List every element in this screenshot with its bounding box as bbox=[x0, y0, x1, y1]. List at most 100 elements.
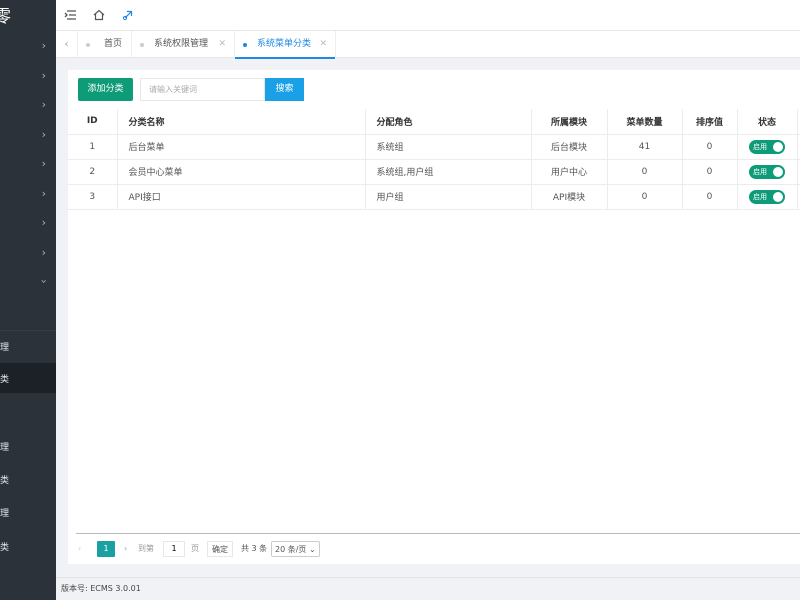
status-toggle[interactable]: 启用 bbox=[749, 139, 785, 154]
toggle-knob bbox=[773, 166, 783, 177]
tab-dot-icon bbox=[243, 43, 247, 47]
sidebar-subitem[interactable]: 类 bbox=[0, 464, 56, 494]
cell-count: 41 bbox=[607, 134, 683, 160]
cell-roles: 用户组 bbox=[365, 184, 532, 210]
chevron-down-icon: › bbox=[37, 279, 51, 284]
tab-label: 系统权限管理 bbox=[154, 39, 209, 49]
page-size-value: 20 条/页 bbox=[275, 545, 307, 554]
sidebar-subitem-label: 类 bbox=[0, 543, 10, 553]
cell-module: API模块 bbox=[531, 184, 608, 210]
toggle-knob bbox=[773, 191, 783, 202]
sidebar-menu-item[interactable]: › bbox=[0, 120, 56, 149]
content-card: 添加分类 搜索 ID 分类名称 分配角色 所属模块 菜单数量 排序值 状态 1后… bbox=[68, 70, 800, 564]
tab-bar: ‹ 首页 系统权限管理 ✕ 系统菜单分类 ✕ bbox=[56, 31, 800, 59]
tab-label: 首页 bbox=[104, 39, 123, 49]
cell-status: 启用 bbox=[737, 159, 798, 185]
chevron-right-icon: › bbox=[41, 39, 46, 52]
version-text: 版本号: ECMS 3.0.01 bbox=[61, 584, 141, 593]
tab-scroll-left-icon[interactable]: ‹ bbox=[56, 31, 78, 58]
header-id: ID bbox=[68, 109, 118, 135]
cell-sort: 0 bbox=[682, 184, 738, 210]
chevron-down-icon: ⌄ bbox=[308, 545, 316, 554]
toggle-knob bbox=[773, 141, 783, 152]
chevron-right-icon: › bbox=[41, 127, 46, 141]
sidebar-subitem-label: 理 bbox=[0, 443, 10, 453]
sidebar-subitem[interactable]: 理 bbox=[0, 431, 56, 461]
cell-count: 0 bbox=[607, 184, 683, 210]
cell-id: 2 bbox=[68, 159, 118, 185]
sidebar-subitem-label: 理 bbox=[0, 343, 10, 353]
next-page-icon[interactable]: › bbox=[124, 541, 127, 557]
tab-close-icon[interactable]: ✕ bbox=[218, 31, 226, 58]
status-toggle-label: 启用 bbox=[753, 192, 767, 201]
cell-module: 用户中心 bbox=[531, 159, 608, 185]
sidebar-menu-item[interactable]: › bbox=[0, 61, 56, 90]
page-size-select[interactable]: 20 条/页 ⌄ bbox=[271, 541, 320, 557]
cell-count: 0 bbox=[607, 159, 683, 185]
refresh-icon[interactable] bbox=[121, 8, 135, 22]
cell-roles: 系统组 bbox=[365, 134, 532, 160]
category-table: ID 分类名称 分配角色 所属模块 菜单数量 排序值 状态 1 后台菜单 系统组 后台… bbox=[68, 109, 800, 210]
tab-permission-management[interactable]: 系统权限管理 ✕ bbox=[132, 31, 235, 58]
header-sort: 排序值 bbox=[682, 109, 738, 135]
tab-menu-category[interactable]: 系统菜单分类 ✕ bbox=[235, 31, 336, 59]
status-toggle[interactable]: 启用 bbox=[749, 164, 785, 179]
chevron-right-icon: › bbox=[41, 216, 46, 229]
chevron-right-icon: › bbox=[41, 186, 46, 200]
app-logo: 零 bbox=[0, 7, 11, 27]
header-module: 所属模块 bbox=[531, 109, 608, 135]
chevron-right-icon: › bbox=[41, 157, 46, 170]
chevron-right-icon: › bbox=[41, 245, 46, 259]
cell-sort: 0 bbox=[682, 159, 738, 185]
sidebar-menu-item[interactable]: › bbox=[0, 31, 56, 60]
sidebar: 零 › › › › › › › › › 理类理类理类 bbox=[0, 0, 56, 600]
goto-suffix: 页 bbox=[191, 544, 199, 553]
table-row[interactable]: 2 会员中心菜单 系统组,用户组 用户中心 0 0 启用 bbox=[68, 159, 800, 185]
sidebar-menu-item[interactable]: › bbox=[0, 179, 56, 208]
cell-id: 3 bbox=[68, 184, 118, 210]
confirm-button[interactable]: 确定 bbox=[207, 541, 233, 557]
total-count: 共 3 条 bbox=[241, 544, 268, 553]
table-row[interactable]: 1 后台菜单 系统组 后台模块 41 0 启用 bbox=[68, 134, 800, 160]
goto-page-input[interactable] bbox=[163, 541, 185, 557]
tab-home[interactable]: 首页 bbox=[78, 31, 132, 58]
sidebar-menu-item[interactable]: › bbox=[0, 149, 56, 178]
header-status: 状态 bbox=[737, 109, 798, 135]
cell-status: 启用 bbox=[737, 184, 798, 210]
table-row[interactable]: 3 API接口 用户组 API模块 0 0 启用 bbox=[68, 184, 800, 210]
sidebar-subitem[interactable]: 理 bbox=[0, 497, 56, 527]
sidebar-menu-item[interactable]: › bbox=[0, 238, 56, 267]
tab-dot-icon bbox=[86, 43, 90, 47]
add-category-button[interactable]: 添加分类 bbox=[78, 78, 133, 101]
menu-toggle-icon[interactable] bbox=[64, 8, 78, 22]
sidebar-subitem[interactable]: 类 bbox=[0, 363, 56, 393]
sidebar-menu-item[interactable]: › bbox=[0, 90, 56, 119]
cell-name: 会员中心菜单 bbox=[117, 159, 366, 185]
search-button[interactable]: 搜索 bbox=[265, 78, 304, 101]
cell-name: 后台菜单 bbox=[117, 134, 366, 160]
sidebar-subitem[interactable]: 理 bbox=[0, 331, 56, 361]
cell-module: 后台模块 bbox=[531, 134, 608, 160]
tab-close-icon[interactable]: ✕ bbox=[319, 31, 327, 58]
table-header-row: ID 分类名称 分配角色 所属模块 菜单数量 排序值 状态 bbox=[68, 109, 800, 135]
cell-name: API接口 bbox=[117, 184, 366, 210]
home-icon[interactable] bbox=[92, 8, 106, 22]
table-bottom-line bbox=[76, 533, 800, 534]
status-toggle[interactable]: 启用 bbox=[749, 189, 785, 204]
header-name: 分类名称 bbox=[117, 109, 366, 135]
prev-page-icon[interactable]: ‹ bbox=[78, 541, 81, 557]
tab-dot-icon bbox=[140, 43, 144, 47]
tab-label: 系统菜单分类 bbox=[257, 39, 312, 49]
sidebar-subitem-label: 理 bbox=[0, 509, 10, 519]
sidebar-subitem[interactable]: 类 bbox=[0, 531, 56, 561]
sidebar-menu-item[interactable]: › bbox=[0, 208, 56, 237]
status-toggle-label: 启用 bbox=[753, 142, 767, 151]
sidebar-subitem-label: 类 bbox=[0, 476, 10, 486]
cell-status: 启用 bbox=[737, 134, 798, 160]
page-number-current[interactable]: 1 bbox=[97, 541, 115, 557]
cell-id: 1 bbox=[68, 134, 118, 160]
sidebar-menu-item[interactable]: › bbox=[0, 267, 56, 296]
top-header bbox=[56, 0, 800, 31]
sidebar-subitem-label: 类 bbox=[0, 375, 10, 385]
search-input[interactable] bbox=[140, 78, 265, 101]
